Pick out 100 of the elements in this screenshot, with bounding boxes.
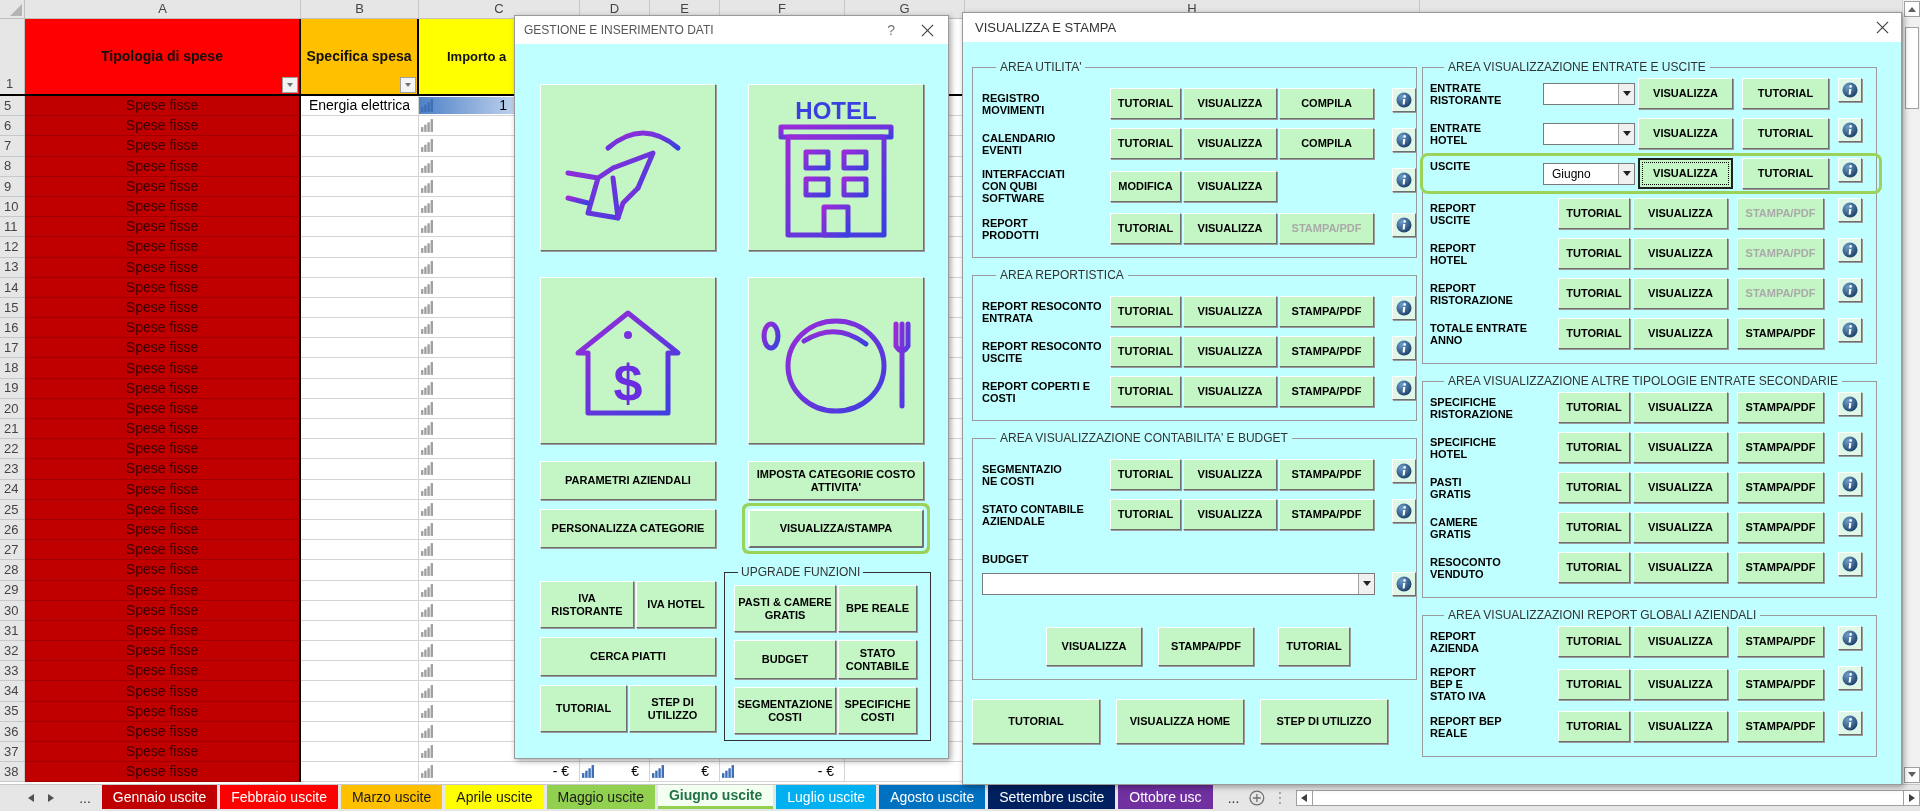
button[interactable]: TUTORIAL: [1558, 278, 1630, 309]
button[interactable]: VISUALIZZA: [1638, 158, 1733, 189]
button[interactable]: PERSONALIZZA CATEGORIE: [540, 509, 716, 548]
button[interactable]: TUTORIAL: [1742, 158, 1829, 189]
info-button[interactable]: [1392, 336, 1416, 360]
info-button[interactable]: [1838, 711, 1862, 735]
button[interactable]: TUTORIAL: [1558, 238, 1630, 269]
button[interactable]: VISUALIZZA: [1633, 711, 1728, 742]
button[interactable]: VISUALIZZA: [1633, 432, 1728, 463]
next-sheet-icon[interactable]: [48, 794, 54, 802]
button[interactable]: VISUALIZZA: [1183, 170, 1277, 202]
info-button[interactable]: [1838, 666, 1862, 690]
button[interactable]: VISUALIZZA: [1633, 238, 1728, 269]
image-button[interactable]: HOTEL: [748, 84, 924, 251]
button[interactable]: VISUALIZZA: [1183, 88, 1277, 119]
button[interactable]: VISUALIZZA: [1633, 668, 1728, 700]
button[interactable]: STAMPA/PDF: [1279, 376, 1374, 407]
column-header[interactable]: G: [899, 0, 910, 19]
button[interactable]: VISUALIZZA: [1183, 128, 1277, 159]
sheet-tab[interactable]: Gennaio uscite: [101, 785, 218, 809]
button[interactable]: PARAMETRI AZIENDALI: [540, 461, 716, 500]
button[interactable]: MODIFICA: [1110, 170, 1181, 202]
filter-button[interactable]: [282, 77, 298, 93]
button[interactable]: TUTORIAL: [1110, 376, 1181, 407]
button[interactable]: STEP DI UTILIZZO: [629, 685, 716, 732]
button[interactable]: STAMPA/PDF: [1737, 711, 1824, 742]
splitter-handle-icon[interactable]: [1278, 791, 1282, 805]
image-button[interactable]: $: [540, 277, 716, 444]
sheet-tab[interactable]: Maggio uscite: [546, 785, 655, 809]
image-button[interactable]: [540, 84, 716, 251]
info-button[interactable]: [1838, 552, 1862, 576]
close-icon[interactable]: [921, 23, 934, 37]
sheet-tab[interactable]: Aprile uscite: [445, 785, 544, 809]
info-button[interactable]: [1838, 318, 1862, 342]
button[interactable]: TUTORIAL: [1278, 626, 1350, 666]
more-sheets-button[interactable]: ...: [1227, 787, 1240, 809]
dropdown-field[interactable]: [1543, 82, 1635, 105]
button[interactable]: TUTORIAL: [1558, 668, 1630, 700]
button[interactable]: STAMPA/PDF: [1279, 336, 1374, 367]
info-button[interactable]: [1838, 158, 1862, 182]
button[interactable]: VISUALIZZA: [1633, 318, 1728, 349]
button[interactable]: IVA RISTORANTE: [540, 581, 634, 628]
info-button[interactable]: [1392, 213, 1416, 237]
button[interactable]: TUTORIAL: [1110, 336, 1181, 367]
column-header[interactable]: D: [609, 0, 620, 19]
button[interactable]: PASTI & CAMERE GRATIS: [734, 585, 836, 632]
dropdown-field[interactable]: [982, 572, 1375, 595]
button[interactable]: TUTORIAL: [540, 685, 627, 732]
info-button[interactable]: [1838, 278, 1862, 302]
close-icon[interactable]: [1876, 21, 1889, 34]
button[interactable]: BPE REALE: [838, 585, 917, 632]
column-header[interactable]: E: [680, 0, 689, 19]
column-header[interactable]: C: [494, 0, 504, 19]
row-number[interactable]: 1: [6, 73, 14, 93]
button[interactable]: STAMPA/PDF: [1737, 472, 1824, 503]
button[interactable]: TUTORIAL: [1110, 88, 1181, 119]
info-button[interactable]: [1392, 88, 1416, 112]
button[interactable]: CERCA PIATTI: [540, 637, 716, 676]
info-button[interactable]: [1838, 198, 1862, 222]
button[interactable]: VISUALIZZA: [1633, 552, 1728, 583]
caret-icon[interactable]: [1622, 131, 1631, 136]
info-button[interactable]: [1392, 168, 1416, 192]
info-button[interactable]: [1838, 472, 1862, 496]
sheet-tab[interactable]: Settembre uscite: [988, 785, 1116, 809]
info-button[interactable]: [1392, 376, 1416, 400]
column-header[interactable]: A: [158, 0, 167, 19]
button[interactable]: VISUALIZZA: [1633, 626, 1728, 657]
button[interactable]: TUTORIAL: [1558, 432, 1630, 463]
scrollbar-thumb[interactable]: [1904, 27, 1919, 109]
button[interactable]: TUTORIAL: [1558, 711, 1630, 742]
caret-icon[interactable]: [1362, 581, 1371, 586]
info-button[interactable]: [1392, 296, 1416, 320]
button[interactable]: SPECIFICHE COSTI: [838, 687, 917, 734]
button[interactable]: STAMPA/PDF: [1737, 318, 1824, 349]
button[interactable]: IVA HOTEL: [636, 581, 716, 628]
scroll-right-icon[interactable]: [1908, 794, 1915, 802]
column-header[interactable]: F: [778, 0, 786, 19]
button[interactable]: COMPILA: [1279, 88, 1374, 119]
caret-icon[interactable]: [1622, 91, 1631, 96]
previous-sheet-icon[interactable]: [28, 794, 34, 802]
button[interactable]: STAMPA/PDF: [1737, 626, 1824, 657]
button[interactable]: TUTORIAL: [1110, 296, 1181, 327]
info-button[interactable]: [1838, 626, 1862, 650]
button[interactable]: VISUALIZZA: [1183, 296, 1277, 327]
button[interactable]: STAMPA/PDF: [1279, 296, 1374, 327]
info-button[interactable]: [1838, 512, 1862, 536]
button[interactable]: STAMPA/PDF: [1737, 392, 1824, 423]
more-sheets-button[interactable]: ...: [79, 787, 102, 809]
button[interactable]: TUTORIAL: [1110, 459, 1181, 490]
button[interactable]: SEGMENTAZIONE COSTI: [734, 687, 836, 734]
button[interactable]: VISUALIZZA: [1046, 626, 1142, 666]
button[interactable]: TUTORIAL: [972, 698, 1100, 744]
caret-icon[interactable]: [1622, 171, 1631, 176]
sheet-tab[interactable]: Ottobre usc: [1118, 785, 1213, 809]
info-button[interactable]: [1838, 118, 1862, 142]
button[interactable]: VISUALIZZA: [1638, 118, 1733, 149]
filter-button[interactable]: [400, 77, 416, 93]
button[interactable]: VISUALIZZA: [1183, 499, 1277, 530]
button[interactable]: BUDGET: [734, 640, 836, 679]
button[interactable]: TUTORIAL: [1110, 499, 1181, 530]
